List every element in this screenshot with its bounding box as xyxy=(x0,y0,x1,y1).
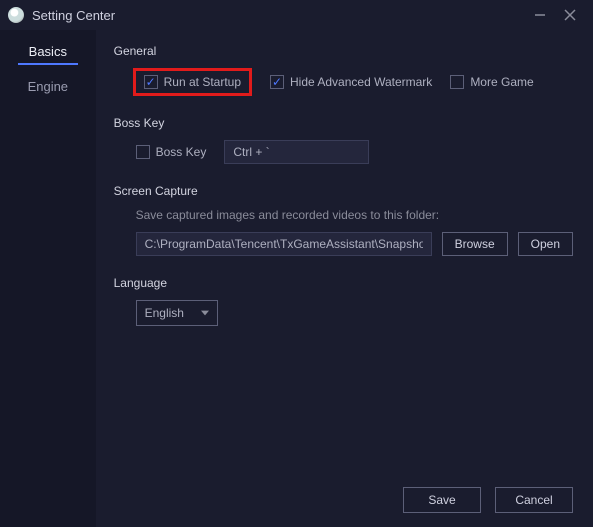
minimize-button[interactable] xyxy=(525,0,555,30)
screencapture-helper: Save captured images and recorded videos… xyxy=(114,208,573,222)
section-title-screencapture: Screen Capture xyxy=(114,184,573,198)
close-button[interactable] xyxy=(555,0,585,30)
sidebar-item-label: Basics xyxy=(29,44,67,59)
checkbox-label: Boss Key xyxy=(156,145,207,159)
bosskey-input[interactable] xyxy=(224,140,369,164)
section-general: General Run at Startup Hide Advanced Wat… xyxy=(114,44,573,96)
checkbox-icon xyxy=(270,75,284,89)
section-screencapture: Screen Capture Save captured images and … xyxy=(114,184,573,256)
sidebar-item-engine[interactable]: Engine xyxy=(0,69,96,104)
checkbox-label: Run at Startup xyxy=(164,75,241,89)
section-bosskey: Boss Key Boss Key xyxy=(114,116,573,164)
section-title-language: Language xyxy=(114,276,573,290)
checkbox-icon xyxy=(144,75,158,89)
titlebar: Setting Center xyxy=(0,0,593,30)
save-button[interactable]: Save xyxy=(403,487,481,513)
chevron-down-icon xyxy=(201,309,209,317)
content: General Run at Startup Hide Advanced Wat… xyxy=(96,30,593,527)
open-button[interactable]: Open xyxy=(518,232,573,256)
checkbox-more-game[interactable]: More Game xyxy=(450,75,533,89)
dropdown-value: English xyxy=(145,306,184,320)
checkbox-icon xyxy=(450,75,464,89)
minimize-icon xyxy=(534,9,546,21)
section-title-bosskey: Boss Key xyxy=(114,116,573,130)
checkbox-label: More Game xyxy=(470,75,533,89)
sidebar: Basics Engine xyxy=(0,30,96,527)
window-title: Setting Center xyxy=(32,8,115,23)
highlight-run-at-startup: Run at Startup xyxy=(133,68,252,96)
app-icon xyxy=(8,7,24,23)
sidebar-item-basics[interactable]: Basics xyxy=(0,34,96,69)
section-title-general: General xyxy=(114,44,573,58)
checkbox-icon xyxy=(136,145,150,159)
sidebar-item-label: Engine xyxy=(28,79,68,94)
checkbox-label: Hide Advanced Watermark xyxy=(290,75,432,89)
browse-button[interactable]: Browse xyxy=(442,232,508,256)
section-language: Language English xyxy=(114,276,573,326)
checkbox-run-at-startup[interactable]: Run at Startup xyxy=(144,75,241,89)
cancel-button[interactable]: Cancel xyxy=(495,487,573,513)
footer: Save Cancel xyxy=(403,487,573,513)
screencapture-path-input[interactable] xyxy=(136,232,432,256)
language-dropdown[interactable]: English xyxy=(136,300,218,326)
checkbox-bosskey[interactable]: Boss Key xyxy=(136,145,207,159)
close-icon xyxy=(564,9,576,21)
checkbox-hide-watermark[interactable]: Hide Advanced Watermark xyxy=(270,75,432,89)
